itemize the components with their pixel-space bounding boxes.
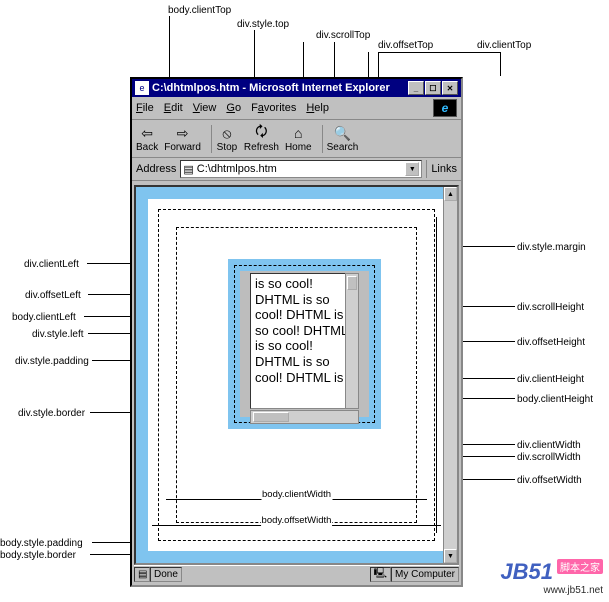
- menu-edit[interactable]: Edit: [164, 102, 183, 114]
- label-div-clientHeight: div.clientHeight: [517, 374, 584, 385]
- watermark: JB51 脚本之家 www.jb51.net: [500, 559, 603, 596]
- label-div-style-top: div.style.top: [237, 19, 289, 30]
- label-body-style-padding: body.style.padding: [0, 538, 83, 549]
- menubar: File Edit View Go Favorites Help e: [132, 97, 461, 119]
- label-body-clientHeight: body.clientHeight: [517, 394, 593, 405]
- refresh-icon: 🗘: [250, 124, 272, 142]
- back-button[interactable]: ⇦Back: [136, 124, 158, 153]
- toolbar: ⇦Back ⇨Forward ⦸Stop 🗘Refresh ⌂Home 🔍Sea…: [132, 119, 461, 158]
- label-div-scrollHeight: div.scrollHeight: [517, 302, 584, 313]
- label-div-offsetLeft: div.offsetLeft: [25, 290, 81, 301]
- close-button[interactable]: ✕: [442, 81, 458, 95]
- scroll-down-icon[interactable]: ▼: [444, 549, 457, 563]
- address-value: C:\dhtmlpos.htm: [197, 163, 406, 175]
- scroll-up-icon[interactable]: ▲: [444, 187, 457, 201]
- label-div-offsetTop: div.offsetTop: [378, 40, 433, 51]
- links-label[interactable]: Links: [431, 163, 457, 175]
- status-zone-icon: 🖳: [370, 567, 391, 582]
- label-div-style-padding: div.style.padding: [15, 356, 89, 367]
- address-bar: Address ▤ C:\dhtmlpos.htm ▼ Links: [132, 158, 461, 181]
- watermark-logo: JB51: [500, 559, 553, 584]
- titlebar: e C:\dhtmlpos.htm - Microsoft Internet E…: [132, 79, 461, 97]
- forward-button[interactable]: ⇨Forward: [164, 124, 201, 153]
- status-zone: My Computer: [391, 567, 459, 582]
- label-div-clientLeft: div.clientLeft: [24, 259, 79, 270]
- forward-icon: ⇨: [172, 124, 194, 142]
- label-div-offsetWidth: div.offsetWidth: [517, 475, 582, 486]
- leader-line: [378, 52, 500, 53]
- label-body-clientTop: body.clientTop: [168, 5, 231, 16]
- scroll-thumb[interactable]: [347, 276, 357, 290]
- content-text: is so cool! DHTML is so cool! DHTML is s…: [255, 276, 354, 406]
- ie-logo-icon: e: [433, 99, 457, 117]
- label-div-style-margin: div.style.margin: [517, 242, 586, 253]
- scroll-thumb[interactable]: [253, 412, 289, 422]
- label-body-style-border: body.style.border: [0, 550, 76, 561]
- status-done: Done: [150, 567, 182, 582]
- viewport: is so cool! DHTML is so cool! DHTML is s…: [134, 185, 459, 565]
- menu-view[interactable]: View: [193, 102, 217, 114]
- measured-div: is so cool! DHTML is so cool! DHTML is s…: [228, 259, 381, 429]
- toolbar-separator: [211, 125, 212, 153]
- dim-body-clientHeight: [436, 217, 437, 533]
- search-icon: 🔍: [331, 124, 353, 142]
- div-scrollbar-horizontal[interactable]: [250, 410, 359, 424]
- ie-page-icon: e: [135, 81, 149, 95]
- refresh-button[interactable]: 🗘Refresh: [244, 124, 279, 153]
- status-doc-icon: ▤: [134, 567, 150, 582]
- statusbar: ▤ Done 🖳 My Computer: [134, 565, 459, 583]
- address-label: Address: [136, 163, 176, 175]
- menu-help[interactable]: Help: [306, 102, 329, 114]
- search-button[interactable]: 🔍Search: [327, 124, 359, 153]
- label-body-clientWidth: body.clientWidth: [261, 489, 332, 500]
- back-icon: ⇦: [136, 124, 158, 142]
- minimize-button[interactable]: _: [408, 81, 424, 95]
- toolbar-separator: [322, 125, 323, 153]
- home-button[interactable]: ⌂Home: [285, 124, 312, 153]
- label-div-clientTop: div.clientTop: [477, 40, 531, 51]
- browser-window: e C:\dhtmlpos.htm - Microsoft Internet E…: [130, 77, 463, 587]
- maximize-button[interactable]: ☐: [425, 81, 441, 95]
- label-div-clientWidth: div.clientWidth: [517, 440, 581, 451]
- links-separator: [426, 160, 427, 178]
- label-div-scrollWidth: div.scrollWidth: [517, 452, 581, 463]
- label-div-scrollTop: div.scrollTop: [316, 30, 370, 41]
- leader-line: [500, 52, 501, 76]
- stop-button[interactable]: ⦸Stop: [216, 124, 238, 153]
- watermark-url: www.jb51.net: [500, 585, 603, 596]
- label-body-offsetWidth: body.offsetWidth: [261, 515, 333, 526]
- address-field[interactable]: ▤ C:\dhtmlpos.htm ▼: [180, 160, 422, 178]
- menu-file[interactable]: File: [136, 102, 154, 114]
- address-doc-icon: ▤: [183, 163, 193, 176]
- home-icon: ⌂: [287, 124, 309, 142]
- viewport-scrollbar-vertical[interactable]: ▲ ▼: [443, 187, 457, 563]
- address-dropdown-icon[interactable]: ▼: [405, 162, 419, 176]
- stop-icon: ⦸: [216, 124, 238, 142]
- body-padding-area: is so cool! DHTML is so cool! DHTML is s…: [148, 199, 445, 551]
- menu-go[interactable]: Go: [226, 102, 241, 114]
- label-div-offsetHeight: div.offsetHeight: [517, 337, 585, 348]
- div-scrollbar-vertical[interactable]: [345, 273, 359, 409]
- label-div-style-left: div.style.left: [32, 329, 84, 340]
- div-content: is so cool! DHTML is so cool! DHTML is s…: [250, 273, 359, 409]
- label-body-clientLeft: body.clientLeft: [12, 312, 76, 323]
- watermark-tag: 脚本之家: [557, 559, 603, 574]
- label-div-style-border: div.style.border: [18, 408, 85, 419]
- menu-favorites[interactable]: Favorites: [251, 102, 296, 114]
- window-title: C:\dhtmlpos.htm - Microsoft Internet Exp…: [152, 82, 408, 94]
